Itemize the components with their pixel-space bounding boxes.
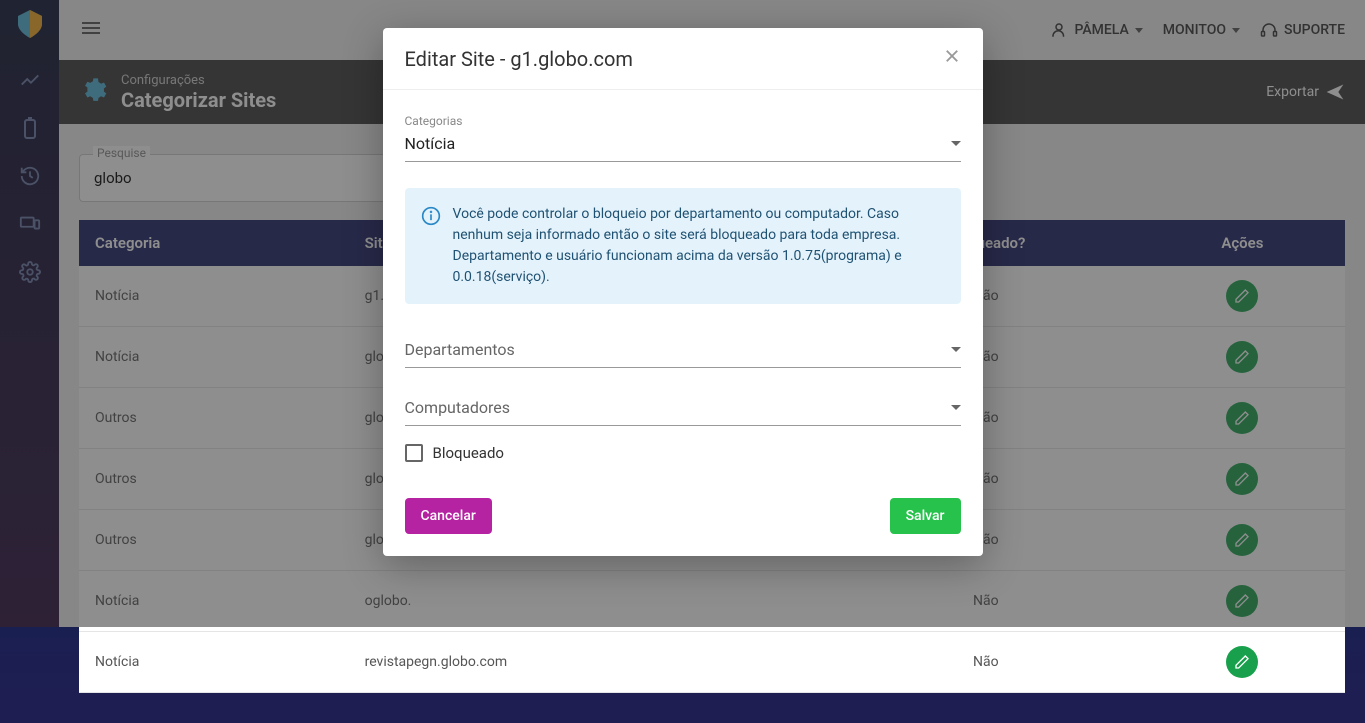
chevron-down-icon: [951, 141, 961, 146]
table-row: Notícia revistapegn.globo.com Não: [79, 632, 1345, 693]
edit-button[interactable]: [1226, 646, 1258, 678]
info-box: Você pode controlar o bloqueio por depar…: [405, 188, 961, 304]
departamentos-label: Departamentos: [405, 340, 515, 359]
computadores-select[interactable]: Computadores: [405, 394, 961, 426]
save-button[interactable]: Salvar: [890, 498, 961, 534]
bloqueado-label: Bloqueado: [433, 444, 504, 462]
modal-overlay[interactable]: Editar Site - g1.globo.com Categorias No…: [0, 0, 1365, 627]
bloqueado-checkbox[interactable]: [405, 444, 423, 462]
cell-bloqueado: Não: [832, 632, 1140, 693]
chevron-down-icon: [951, 405, 961, 410]
info-text: Você pode controlar o bloqueio por depar…: [453, 204, 945, 288]
edit-site-modal: Editar Site - g1.globo.com Categorias No…: [383, 28, 983, 556]
cell-acoes: [1140, 632, 1345, 693]
computadores-label: Computadores: [405, 398, 510, 417]
close-button[interactable]: [943, 46, 961, 71]
info-icon: [421, 206, 441, 288]
cancel-button[interactable]: Cancelar: [405, 498, 492, 534]
categorias-label: Categorias: [405, 114, 961, 128]
cell-site: revistapegn.globo.com: [349, 632, 832, 693]
pencil-icon: [1234, 654, 1250, 670]
close-icon: [943, 47, 961, 65]
modal-title: Editar Site - g1.globo.com: [405, 47, 633, 71]
departamentos-select[interactable]: Departamentos: [405, 336, 961, 368]
categorias-select[interactable]: Notícia: [405, 130, 961, 162]
chevron-down-icon: [951, 347, 961, 352]
categorias-value: Notícia: [405, 134, 456, 153]
cell-categoria: Notícia: [79, 632, 349, 693]
